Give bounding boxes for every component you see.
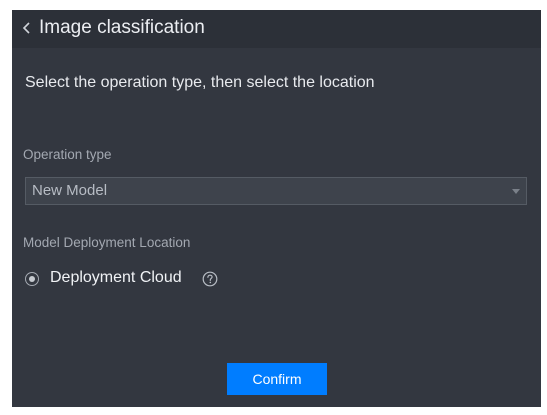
deployment-location-label: Model Deployment Location xyxy=(23,235,191,250)
operation-type-label: Operation type xyxy=(23,147,112,162)
operation-type-value: New Model xyxy=(32,182,108,199)
instruction-text: Select the operation type, then select t… xyxy=(25,74,375,91)
header-bar: Image classification xyxy=(12,10,541,48)
operation-type-select[interactable]: New Model xyxy=(25,177,527,205)
deployment-cloud-label[interactable]: Deployment Cloud xyxy=(50,269,182,287)
question-circle-icon[interactable] xyxy=(202,271,218,287)
confirm-button[interactable]: Confirm xyxy=(227,363,327,395)
dialog-panel: Image classification Select the operatio… xyxy=(12,10,541,407)
chevron-left-icon[interactable] xyxy=(21,21,33,35)
radio-selected-dot xyxy=(29,276,35,282)
caret-down-icon xyxy=(512,189,520,194)
page-title: Image classification xyxy=(39,17,205,38)
deployment-cloud-radio[interactable] xyxy=(25,272,39,286)
